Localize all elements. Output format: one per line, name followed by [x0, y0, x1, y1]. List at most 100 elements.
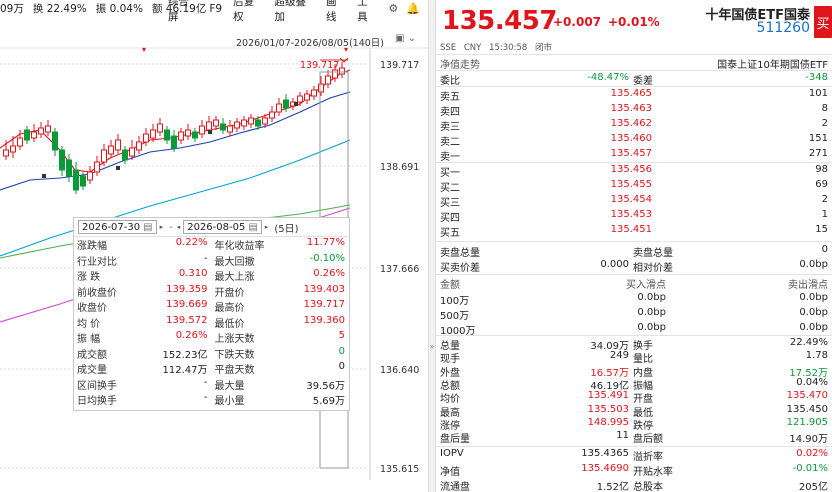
- amplitude-stat: 振 0.04%: [95, 3, 143, 15]
- interval-cell: 成交量 112.47万: [74, 361, 212, 376]
- menu-tools[interactable]: 工具: [357, 0, 377, 24]
- buy-button[interactable]: 买: [814, 6, 832, 38]
- calendar-icon[interactable]: ▤: [248, 222, 257, 233]
- candle-body: [122, 149, 128, 161]
- weicha-label: 委差: [633, 76, 653, 87]
- interval-value: 139.669: [166, 299, 208, 311]
- candle-body: [45, 125, 51, 133]
- weicha-value: -348: [805, 72, 828, 83]
- divider: [436, 86, 832, 87]
- divider: [436, 162, 832, 163]
- depth-buy-slip: 0.0bp: [637, 292, 666, 303]
- candle-body: [269, 111, 275, 119]
- interval-row: 涨 跌 0.310 最大上涨 0.26%: [74, 268, 349, 284]
- interval-cell: 上涨天数 5: [212, 330, 350, 345]
- candle-body: [262, 117, 268, 125]
- candle-body: [297, 95, 303, 103]
- candle-body: [171, 135, 177, 149]
- calendar-icon[interactable]: ▤: [143, 222, 152, 233]
- index-name-label: 国泰上证10年期国债ETF: [717, 60, 828, 71]
- extra-value: -0.01%: [792, 463, 828, 474]
- end-date-value: 2026-08-05: [187, 221, 246, 233]
- interval-label: 开盘价: [214, 287, 245, 299]
- depth-amount: 100万: [440, 296, 470, 307]
- menu-f9[interactable]: F9: [209, 3, 222, 15]
- interval-label: 最小量: [214, 396, 245, 408]
- interval-cell: 收盘价 139.669: [74, 299, 212, 314]
- bid-volume: 15: [815, 224, 828, 235]
- bid-volume: 98: [815, 164, 828, 175]
- candle-body: [59, 149, 65, 171]
- interval-value: 0.26%: [313, 268, 345, 280]
- interval-value: 139.359: [166, 283, 208, 295]
- stepper-icon[interactable]: ▸: [265, 223, 269, 231]
- bid-price: 135.451: [610, 224, 652, 235]
- interval-row: 涨跌幅 0.22% 年化收益率 11.77%: [74, 237, 349, 253]
- divider: [436, 335, 832, 336]
- candle-body: [213, 119, 219, 127]
- menu-overview[interactable]: 综合屏: [168, 0, 198, 24]
- stat-label: 盘后额: [633, 434, 663, 446]
- order-label: 卖盘总量: [440, 248, 480, 259]
- candle-body: [332, 69, 338, 79]
- chevron-down-icon[interactable]: ⌄: [408, 33, 416, 44]
- candle-body: [17, 137, 23, 147]
- candle-body: [241, 119, 247, 127]
- candle-body: [164, 129, 170, 141]
- interval-label: 成交额: [77, 349, 107, 361]
- bid-price: 135.453: [610, 209, 652, 220]
- range-controls: ▣ ⌄: [395, 33, 416, 44]
- collapse-arrow-icon[interactable]: »: [428, 342, 436, 351]
- bid-level-label: 买四: [440, 213, 460, 224]
- start-date-field[interactable]: 2026-07-30 ▤: [78, 220, 157, 234]
- stepper-icon[interactable]: ◂: [177, 223, 181, 231]
- max-price-marker: 139.717: [300, 60, 339, 71]
- calendar-icon[interactable]: ▣: [395, 33, 404, 44]
- y-axis-label: 136.640: [380, 365, 419, 376]
- candle-body: [311, 89, 317, 97]
- extra-value: 205亿: [798, 482, 828, 492]
- candle-body: [157, 123, 163, 133]
- turnover-stat: 换 22.49%: [32, 3, 87, 15]
- ask-volume: 8: [821, 103, 828, 114]
- extra-label: 总股本: [633, 482, 663, 492]
- stat-value: 135.503: [587, 403, 629, 415]
- depth-buy-slip: 0.0bp: [637, 307, 666, 318]
- menu-overlay[interactable]: 超级叠加: [274, 0, 314, 24]
- weibi-value: -48.47%: [587, 72, 629, 83]
- interval-label: 最大回撤: [214, 256, 255, 268]
- stat-value: 135.491: [587, 390, 629, 402]
- interval-value: -: [203, 252, 208, 264]
- bell-icon[interactable]: 🔔: [406, 2, 420, 15]
- menu-back-adjust[interactable]: 后复权: [233, 0, 263, 24]
- stepper-icon[interactable]: ▸: [160, 223, 164, 231]
- ask-level-label: 卖二: [440, 137, 460, 148]
- candle-body: [304, 93, 310, 101]
- chart-date-range: 2026/01/07-2026/08/05(140日): [236, 38, 384, 49]
- candle-body: [276, 103, 282, 113]
- bid-price: 135.454: [610, 194, 652, 205]
- menu-draw-line[interactable]: 画线: [326, 0, 346, 24]
- interval-value: 139.572: [166, 314, 208, 326]
- exchange: SSE: [440, 43, 457, 53]
- candle-body: [143, 133, 149, 143]
- order-value: 0: [821, 244, 828, 255]
- interval-value: -: [203, 376, 208, 388]
- kline-chart-panel[interactable]: 139.717 138.691 137.666 136.640 135.615 139.7…: [0, 0, 428, 492]
- interval-label: 前收盘价: [77, 287, 117, 299]
- gear-icon[interactable]: ⚙: [388, 2, 398, 15]
- interval-row: 振 幅 0.26% 上涨天数 5: [74, 330, 349, 346]
- interval-value: -: [203, 392, 208, 404]
- interval-value: 0.310: [178, 268, 208, 280]
- y-axis-label: 139.717: [380, 60, 419, 71]
- interval-cell: 最小量 5.69万: [212, 392, 350, 407]
- ask-volume: 271: [808, 148, 828, 159]
- interval-row: 均 价 139.572 最低价 139.360: [74, 315, 349, 331]
- bid-level-label: 买五: [440, 228, 460, 239]
- depth-header-buy: 买入滑点: [626, 280, 666, 291]
- end-date-field[interactable]: 2026-08-05 ▤: [183, 220, 262, 234]
- price-change: +0.007: [553, 15, 602, 29]
- candle-body: [283, 99, 289, 109]
- panel-splitter[interactable]: [428, 0, 436, 492]
- spread-value: 0.000: [600, 259, 629, 270]
